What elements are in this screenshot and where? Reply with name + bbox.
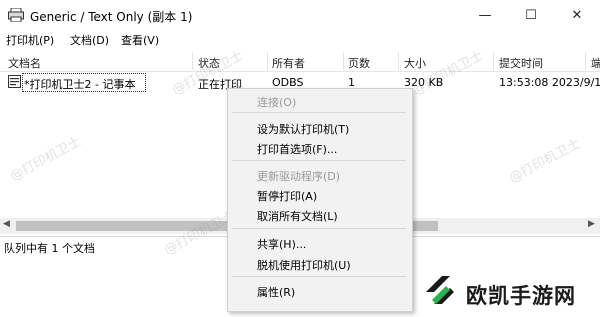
menu-separator	[232, 228, 406, 229]
menu-printer[interactable]: 打印机(P)	[6, 32, 54, 48]
column-header-name[interactable]: 文档名	[8, 55, 41, 71]
menu-separator	[232, 276, 406, 277]
menu-view[interactable]: 查看(V)	[121, 32, 159, 48]
scroll-right-icon[interactable]: ▶	[588, 219, 595, 229]
column-divider[interactable]	[267, 52, 268, 70]
brand-text: 欧凯手游网	[466, 284, 576, 308]
column-divider[interactable]	[398, 52, 399, 70]
ctx-use-printer-offline[interactable]: 脱机使用打印机(U)	[257, 257, 351, 273]
printer-icon	[8, 8, 24, 22]
column-header-owner[interactable]: 所有者	[272, 55, 305, 71]
minimize-button[interactable]: —	[462, 0, 508, 30]
brand-logo-icon	[426, 276, 454, 304]
maximize-button[interactable]: ☐	[508, 0, 554, 30]
column-divider[interactable]	[343, 52, 344, 70]
ctx-properties[interactable]: 属性(R)	[257, 284, 295, 300]
title-bar[interactable]: Generic / Text Only (副本 1) — ☐ ✕	[0, 0, 600, 30]
column-header-submitted[interactable]: 提交时间	[499, 55, 543, 71]
column-header-port[interactable]: 端口	[591, 55, 600, 71]
cell-submitted: 13:53:08 2023/9/1	[499, 76, 600, 89]
menu-separator	[232, 112, 406, 113]
column-header-size[interactable]: 大小	[404, 55, 426, 71]
menu-document[interactable]: 文档(D)	[70, 32, 109, 48]
ctx-cancel-all-documents[interactable]: 取消所有文档(L)	[257, 208, 338, 224]
ctx-sharing[interactable]: 共享(H)...	[257, 236, 306, 252]
column-header-pages[interactable]: 页数	[348, 55, 370, 71]
close-icon: ✕	[571, 7, 583, 23]
ctx-set-default-printer[interactable]: 设为默认打印机(T)	[257, 121, 349, 137]
ctx-update-driver: 更新驱动程序(D)	[257, 170, 341, 183]
minimize-icon: —	[478, 7, 492, 23]
close-button[interactable]: ✕	[554, 0, 600, 30]
window-title: Generic / Text Only (副本 1)	[30, 10, 193, 24]
column-divider[interactable]	[585, 52, 586, 70]
column-divider[interactable]	[493, 52, 494, 70]
scroll-left-icon[interactable]: ◀	[3, 219, 10, 229]
status-text: 队列中有 1 个文档	[4, 242, 95, 255]
ctx-printing-preferences[interactable]: 打印首选项(F)...	[257, 141, 337, 157]
maximize-icon: ☐	[525, 7, 537, 23]
ctx-connect: 连接(O)	[257, 96, 297, 109]
document-icon	[8, 75, 21, 88]
cell-document-name: *打印机卫士2 - 记事本	[24, 78, 136, 91]
menu-separator	[232, 160, 406, 161]
ctx-pause-printing[interactable]: 暂停打印(A)	[257, 188, 317, 204]
